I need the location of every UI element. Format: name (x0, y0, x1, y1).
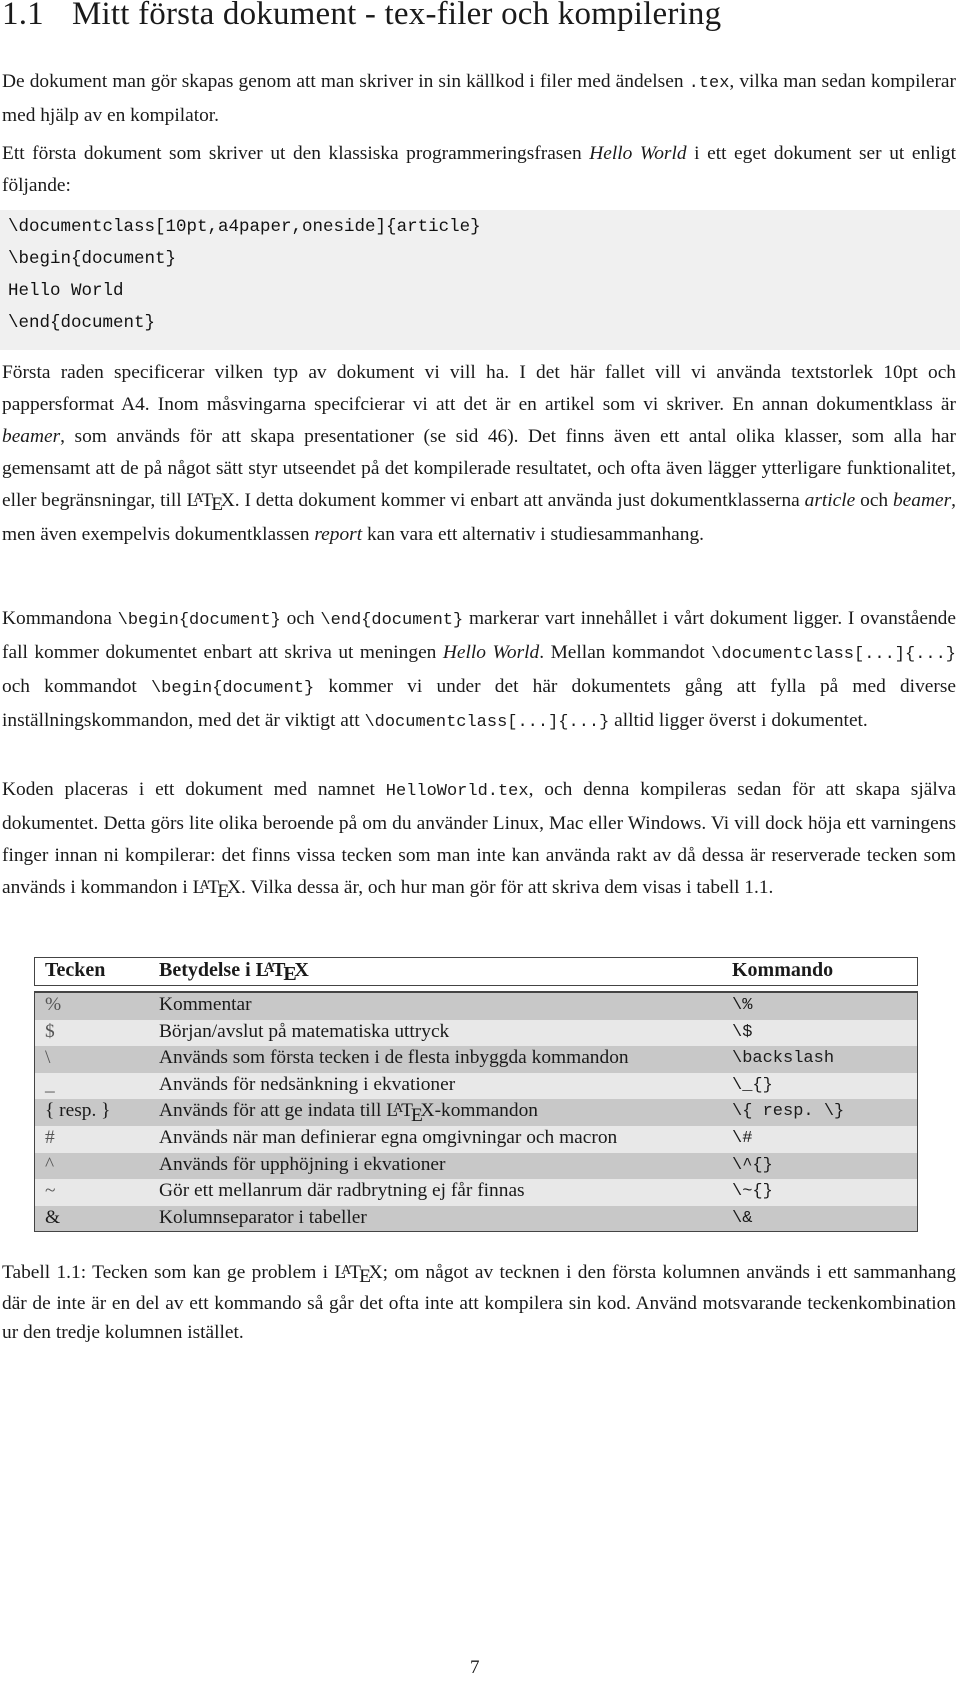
table-row: { resp. } Används för att ge indata till… (35, 1099, 917, 1126)
table-row: & Kolumnseparator i tabeller \& (35, 1205, 917, 1231)
inline-code: \documentclass[...]{...} (364, 713, 610, 732)
text: Ett första dokument som skriver ut den k… (2, 143, 590, 164)
table-row: _ Används för nedsänkning i ekvationer \… (35, 1072, 917, 1100)
header-tecken: Tecken (45, 959, 106, 981)
table-row: ~ Gör ett mellanrum där radbrytning ej f… (35, 1179, 917, 1206)
meaning-cell: Används när man definierar egna omgivnin… (159, 1127, 618, 1148)
command-cell: \^{} (732, 1155, 773, 1175)
table-row: % Kommentar \% (35, 993, 917, 1020)
section-number: 1.1 (2, 0, 44, 32)
inline-code: .tex (688, 74, 730, 93)
text: Första raden specificerar vilken typ av … (2, 362, 956, 415)
char-cell: ~ (45, 1180, 56, 1202)
meaning-cell: Används för att ge indata till LATEX-kom… (159, 1100, 538, 1126)
command-cell: \# (732, 1129, 753, 1148)
code-line: \begin{document} (8, 249, 177, 269)
meaning-cell: Kommentar (159, 994, 252, 1015)
section-title: Mitt första dokument - tex-filer och kom… (72, 0, 722, 32)
meaning-cell: Gör ett mellanrum där radbrytning ej får… (159, 1180, 525, 1202)
table-row: # Används när man definierar egna omgivn… (35, 1126, 917, 1153)
text: . I detta dokument kommer vi enbart att … (234, 490, 805, 511)
paragraph-begin-end: Kommandona \begin{document} och \end{doc… (2, 603, 956, 739)
meaning-cell: Kolumnseparator i tabeller (159, 1206, 367, 1228)
meaning-cell: Används som första tecken i de flesta in… (159, 1047, 629, 1069)
code-line: \end{document} (8, 313, 156, 333)
inline-code: \begin{document} (150, 679, 315, 698)
emphasis: beamer (892, 490, 952, 511)
char-cell: $ (45, 1020, 55, 1042)
latex-logo: LATEX (186, 490, 235, 516)
latex-logo: LATEX (334, 1262, 383, 1288)
table-row: $ Början/avslut på matematiska uttryck \… (35, 1019, 917, 1047)
section-heading: 1.1 Mitt första dokument - tex-filer och … (2, 0, 721, 33)
code-block: \documentclass[10pt,a4paper,oneside]{art… (0, 210, 960, 350)
meaning-cell: Används för upphöjning i ekvationer (159, 1153, 446, 1175)
reserved-characters-table: % Kommentar \% $ Början/avslut på matema… (34, 991, 918, 1232)
command-cell: \{ resp. \} (732, 1102, 845, 1122)
header-kommando: Kommando (732, 959, 834, 981)
table-row: ^ Används för upphöjning i ekvationer \^… (35, 1152, 917, 1180)
emphasis: beamer (2, 426, 61, 447)
char-cell: { resp. } (45, 1100, 111, 1122)
code-line: Hello World (8, 281, 124, 301)
command-cell: \backslash (732, 1049, 835, 1069)
emphasis: Hello World (442, 642, 540, 663)
latex-logo: LATEX (386, 1100, 435, 1126)
table-header: Tecken Betydelse i LATEX Kommando (34, 957, 918, 986)
meaning-cell: Början/avslut på matematiska uttryck (159, 1020, 450, 1042)
text: De dokument man gör skapas genom att man… (2, 71, 689, 92)
inline-code: \end{document} (320, 611, 464, 630)
text: Kommandona (2, 608, 118, 629)
text: Koden placeras i ett dokument med namnet (2, 779, 386, 800)
command-cell: \_{} (732, 1075, 773, 1095)
header-betydelse: Betydelse i LATEX (159, 959, 309, 986)
command-cell: \$ (732, 1022, 753, 1042)
emphasis: Hello World (589, 143, 687, 164)
command-cell: \& (732, 1208, 753, 1228)
table-caption: Tabell 1.1: Tecken som kan ge problem i … (2, 1258, 956, 1347)
emphasis: article (804, 490, 856, 511)
latex-logo: LATEX (192, 877, 241, 903)
text: . Mellan kommandot (539, 642, 712, 663)
paragraph-compile-warning: Koden placeras i ett dokument med namnet… (2, 774, 956, 906)
char-cell: ^ (45, 1153, 55, 1175)
text: och (280, 608, 321, 629)
page-number: 7 (470, 1657, 480, 1678)
paragraph-hello-world-intro: Ett första dokument som skriver ut den k… (2, 138, 956, 202)
char-cell: & (45, 1206, 61, 1228)
text: och kommandot (2, 676, 151, 697)
inline-code: \documentclass[...]{...} (711, 645, 957, 664)
inline-code: \begin{document} (117, 611, 281, 630)
text: kan vara ett alternativ i studiesammanha… (362, 524, 705, 545)
code-line: \documentclass[10pt,a4paper,oneside]{art… (8, 217, 481, 237)
paragraph-intro: De dokument man gör skapas genom att man… (2, 66, 956, 132)
meaning-cell: Används för nedsänkning i ekvationer (159, 1073, 456, 1095)
emphasis: report (314, 524, 363, 545)
char-cell: # (45, 1127, 55, 1148)
inline-code: HelloWorld.tex (385, 782, 529, 801)
command-cell: \% (732, 996, 753, 1015)
char-cell: % (45, 994, 62, 1015)
command-cell: \~{} (732, 1182, 773, 1202)
latex-logo: LATEX (255, 959, 309, 986)
char-cell: \ (45, 1047, 51, 1069)
text: . Vilka dessa är, och hur man gör för at… (240, 877, 774, 898)
text: alltid ligger överst i dokumentet. (609, 710, 868, 731)
char-cell: _ (45, 1073, 55, 1095)
text: och (855, 490, 893, 511)
table-row: \ Används som första tecken i de flesta … (35, 1046, 917, 1073)
text: Tabell 1.1: Tecken som kan ge problem i (2, 1262, 335, 1283)
paragraph-documentclass-explanation: Första raden specificerar vilken typ av … (2, 357, 956, 551)
